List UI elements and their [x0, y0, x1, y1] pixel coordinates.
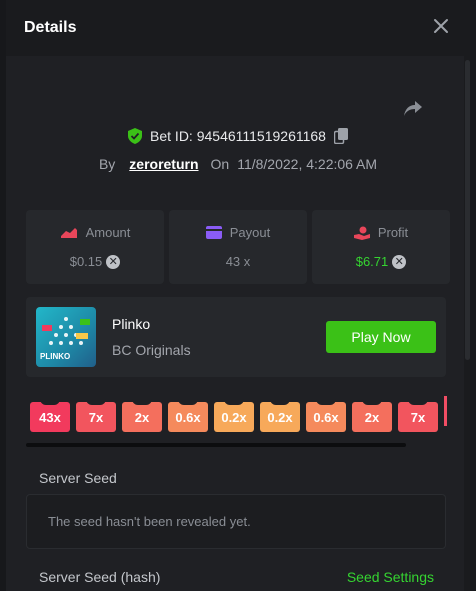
modal-title: Details	[24, 19, 77, 36]
multiplier-slot: 2x	[352, 399, 392, 432]
multiplier-slot: 2x	[122, 399, 162, 432]
coin-icon: ✕	[392, 254, 407, 269]
wallet-icon	[205, 226, 222, 239]
multiplier-slot: 0.2x	[214, 399, 254, 432]
multiplier-slot: 7x	[76, 399, 116, 432]
payout-label: Payout	[229, 225, 271, 240]
on-label: On	[210, 156, 230, 172]
plinko-logo-text: PLINKO	[40, 352, 71, 361]
coin-icon: ✕	[106, 254, 121, 269]
game-name: Plinko	[112, 316, 151, 332]
profit-label: Profit	[377, 225, 409, 240]
by-label: By	[98, 156, 116, 172]
bet-author-row: By zeroreturn On 11/8/2022, 4:22:06 AM	[6, 156, 470, 172]
horizontal-scrollbar[interactable]	[26, 443, 406, 447]
copy-icon[interactable]	[333, 128, 348, 144]
multiplier-row: 43x 7x 2x 0.6x 0.2x 0.2x 0.6x 2x 7x	[30, 399, 438, 432]
multiplier-overflow-edge	[444, 396, 447, 426]
multiplier-slot: 0.6x	[306, 399, 346, 432]
profit-value-row: $6.71 ✕	[356, 254, 407, 269]
profit-value: $6.71	[355, 254, 389, 269]
game-category: BC Originals	[112, 342, 191, 358]
details-modal: Details Bet ID: 94546111519261168 By zer…	[6, 0, 470, 591]
close-icon[interactable]	[432, 17, 450, 35]
payout-label-row: Payout	[205, 225, 271, 240]
vertical-scrollbar-thumb[interactable]	[465, 60, 470, 360]
modal-header: Details	[6, 0, 470, 56]
payout-value: 43 x	[225, 254, 251, 269]
profit-label-row: Profit	[353, 225, 409, 240]
multiplier-slot: 7x	[398, 399, 438, 432]
play-now-button[interactable]: Play Now	[326, 321, 436, 353]
amount-card: Amount $0.15 ✕	[26, 210, 164, 284]
seed-settings-link[interactable]: Seed Settings	[347, 569, 434, 585]
server-seed-hash-label: Server Seed (hash)	[39, 569, 161, 585]
bet-stats: Amount $0.15 ✕ Payout 43 x Profit $6.71 …	[26, 210, 450, 284]
profit-card: Profit $6.71 ✕	[312, 210, 450, 284]
amount-value-row: $0.15 ✕	[70, 254, 121, 269]
amount-value: $0.15	[69, 254, 103, 269]
username-link[interactable]: zeroreturn	[129, 156, 198, 172]
bet-id: Bet ID: 94546111519261168	[150, 128, 326, 144]
plinko-thumbnail[interactable]: PLINKO	[36, 307, 96, 367]
amount-icon	[60, 227, 77, 238]
profit-hand-icon	[353, 226, 370, 240]
amount-label: Amount	[85, 225, 131, 240]
game-card: PLINKO Plinko BC Originals Play Now	[26, 297, 446, 377]
multiplier-slot: 0.2x	[260, 399, 300, 432]
payout-card: Payout 43 x	[169, 210, 307, 284]
shield-check-icon	[128, 128, 143, 144]
bet-id-row: Bet ID: 94546111519261168	[6, 128, 470, 144]
multiplier-slot: 0.6x	[168, 399, 208, 432]
amount-label-row: Amount	[60, 225, 131, 240]
multiplier-slot: 43x	[30, 399, 70, 432]
server-seed-label: Server Seed	[39, 470, 117, 486]
bet-datetime: 11/8/2022, 4:22:06 AM	[237, 156, 378, 172]
server-seed-field: The seed hasn't been revealed yet.	[26, 494, 446, 549]
share-icon[interactable]	[402, 98, 424, 118]
payout-value-row: 43 x	[226, 254, 251, 269]
